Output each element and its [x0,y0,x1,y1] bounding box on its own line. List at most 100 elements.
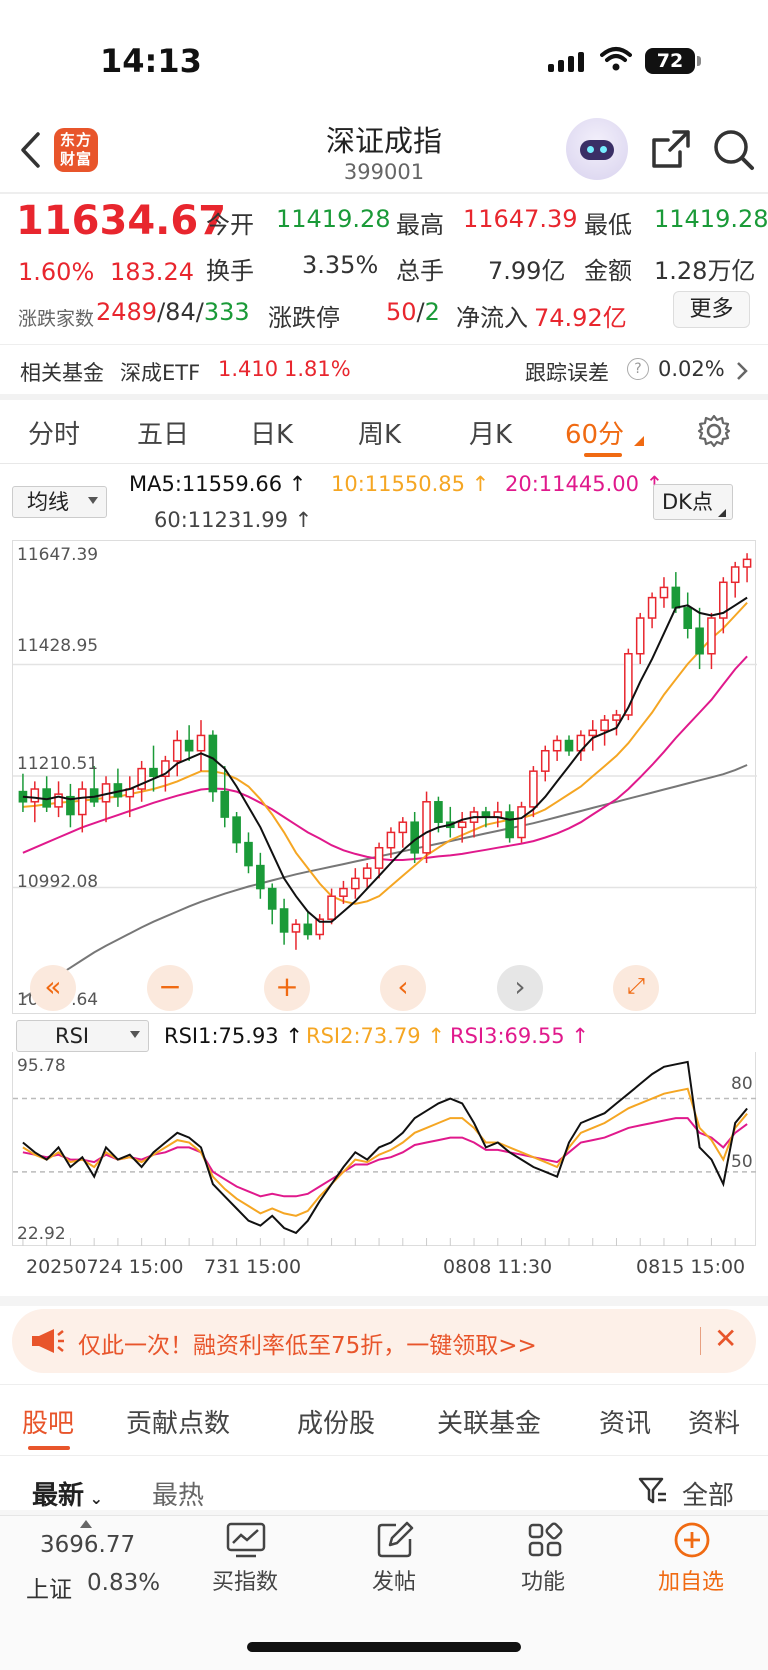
indicator-select-rsi[interactable]: RSI [16,1020,149,1052]
date-label-4: 0815 15:00 [636,1256,746,1278]
tab-contribution[interactable]: 贡献点数 [126,1403,230,1440]
rsi1-label: RSI1:75.93 ↑ [164,1024,303,1048]
candle-down [279,908,289,933]
filter-all[interactable]: 全部 [682,1475,734,1512]
candle-up [386,831,396,849]
indicator-select-ma[interactable]: 均线 [12,486,107,518]
high-value: 11647.39 [463,205,578,233]
candle-up [540,749,550,772]
sort-latest[interactable]: 最新 ⌄ [32,1475,103,1512]
tab-constituents[interactable]: 成份股 [297,1403,375,1440]
sort-hot[interactable]: 最热 [152,1475,204,1512]
candle-down [149,767,158,778]
candle-down [683,607,693,629]
divider [0,1296,768,1306]
tab-daily-k[interactable]: 日K [250,414,293,451]
tab-related-funds[interactable]: 关联基金 [437,1403,541,1440]
change-percent: 1.60% [18,258,95,286]
limit-values: 50/2 [386,298,440,326]
rsi2-line [22,1087,748,1217]
tab-profile[interactable]: 资料 [688,1403,740,1440]
y-axis-label-max: 11647.39 [17,545,99,565]
tab-60min[interactable]: 60分 [565,414,624,451]
tab-monthly-k[interactable]: 月K [469,414,512,451]
divider [0,1384,768,1385]
post-label[interactable]: 发帖 [372,1564,416,1596]
zoom-in-button[interactable]: + [264,965,310,1011]
tab-weekly-k[interactable]: 周K [358,414,401,451]
candle-down [303,923,313,936]
promo-banner[interactable]: 仅此一次！融资利率低至75折，一键领取>> ✕ [12,1309,756,1373]
rsi-chart[interactable]: 95.78 22.92 80 50 [12,1052,757,1246]
wifi-icon [600,47,632,71]
candle-up [647,596,657,619]
promo-text: 仅此一次！融资利率低至75折，一键领取>> [78,1333,537,1359]
zoom-out-button[interactable]: − [147,965,193,1011]
candle-up [600,719,609,732]
help-icon[interactable]: ? [627,358,649,380]
high-label: 最高 [396,211,444,239]
filter-icon[interactable] [638,1476,668,1506]
functions-grid-icon[interactable] [527,1522,563,1558]
candle-up [659,586,669,599]
active-tab-indicator [584,453,622,457]
buy-index-label[interactable]: 买指数 [212,1564,278,1596]
candle-down [256,864,265,890]
fund-name[interactable]: 深成ETF [120,357,200,387]
fullscreen-icon[interactable]: ⤢ [613,965,659,1011]
nav-bar: 东方 财富 深证成指 399001 [0,110,768,192]
tab-five-day[interactable]: 五日 [137,414,189,451]
candle-up [398,821,408,834]
candle-up [172,739,182,762]
candle-down [671,586,681,609]
close-icon[interactable]: ✕ [714,1322,737,1355]
functions-label[interactable]: 功能 [521,1564,565,1596]
settings-gear-icon[interactable] [697,414,731,448]
tab-intraday[interactable]: 分时 [28,414,80,451]
ma20-label: 20:11445.00 ↑ [505,472,664,496]
candle-down [267,887,277,910]
battery-tip [697,56,701,66]
scroll-right-button[interactable]: › [497,965,543,1011]
share-icon[interactable] [650,128,692,170]
tracking-error-value: 0.02% [658,357,725,381]
add-watchlist-icon[interactable] [673,1521,711,1559]
more-button[interactable]: 更多 [673,291,750,328]
tab-guba[interactable]: 股吧 [22,1403,74,1440]
add-watchlist-label[interactable]: 加自选 [658,1564,724,1596]
ma60-label: 60:11231.99 ↑ [154,508,313,532]
candle-down [220,790,230,818]
low-label: 最低 [584,211,632,239]
date-label-3: 0808 11:30 [443,1256,553,1278]
rsi-level-50: 50 [731,1152,753,1172]
compose-post-icon[interactable] [376,1521,414,1559]
kline-canvas [13,553,757,1000]
tab-news[interactable]: 资讯 [599,1403,651,1440]
candle-down [434,801,443,823]
scroll-left-button[interactable]: ‹ [380,965,426,1011]
turnover-label: 换手 [206,257,254,285]
open-value: 11419.28 [276,205,391,233]
buy-index-chart-icon[interactable] [226,1522,266,1558]
rsi3-label: RSI3:69.55 ↑ [450,1024,589,1048]
dk-point-button[interactable]: DK点 [653,484,733,520]
candle-down [505,811,514,839]
scroll-start-button[interactable]: « [30,965,76,1011]
active-tab-indicator [28,1446,70,1450]
kline-chart[interactable]: 11647.39 11428.95 11210.51 10992.08 1077… [12,540,757,1014]
volume-value: 7.99亿 [488,257,566,285]
candle-up [351,877,360,890]
search-icon[interactable] [712,128,756,172]
fund-price: 1.410 [218,357,279,381]
candle-up [291,923,301,933]
candle-up [612,714,621,721]
chevron-right-icon[interactable] [736,361,748,381]
ai-assistant-robot-icon[interactable] [566,118,628,180]
sh-index-value[interactable]: 3696.77 [40,1532,135,1558]
candle-up [339,887,348,897]
divider [0,463,768,464]
candle-up [374,846,384,869]
divider [0,192,768,194]
candle-up [196,734,206,752]
candle-up [707,617,716,655]
